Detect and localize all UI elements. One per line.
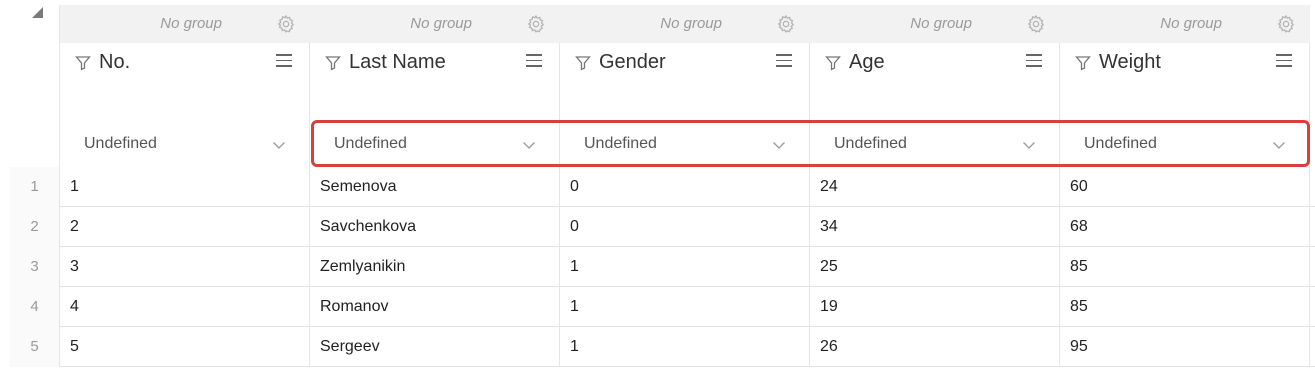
select-all-corner[interactable] — [10, 5, 60, 167]
select-value: Undefined — [584, 135, 657, 152]
column-type-select[interactable]: Undefined — [60, 127, 310, 167]
column-menu-icon[interactable] — [776, 54, 792, 68]
row-number[interactable]: 3 — [10, 247, 60, 287]
column-header[interactable]: Last Name — [310, 43, 560, 127]
group-bar: No group — [60, 5, 310, 43]
table-row[interactable]: 5 5 Sergeev 1 26 95 — [10, 327, 1315, 367]
cell-age[interactable]: 25 — [810, 247, 1060, 287]
cell-no[interactable]: 1 — [60, 167, 310, 207]
gear-icon[interactable] — [776, 14, 796, 34]
column-age: No group Age Undefined — [810, 5, 1060, 167]
gear-icon[interactable] — [276, 14, 296, 34]
chevron-down-icon — [1273, 142, 1285, 149]
cell-weight[interactable]: 85 — [1060, 287, 1310, 327]
column-type-select[interactable]: Undefined — [560, 127, 810, 167]
cell-last-name[interactable]: Romanov — [310, 287, 560, 327]
group-bar: No group — [810, 5, 1060, 43]
column-weight: No group Weight Undefined — [1060, 5, 1310, 167]
group-label: No group — [1160, 15, 1222, 32]
data-grid: No group No. Undefined No group Last Nam… — [0, 0, 1315, 372]
cell-age[interactable]: 34 — [810, 207, 1060, 247]
cell-last-name[interactable]: Zemlyanikin — [310, 247, 560, 287]
column-last-name: No group Last Name Undefined — [310, 5, 560, 167]
cell-weight[interactable]: 68 — [1060, 207, 1310, 247]
cell-weight[interactable]: 85 — [1060, 247, 1310, 287]
column-menu-icon[interactable] — [276, 54, 292, 68]
gear-icon[interactable] — [1026, 14, 1046, 34]
column-header[interactable]: No. — [60, 43, 310, 127]
row-number[interactable]: 4 — [10, 287, 60, 327]
cell-last-name[interactable]: Savchenkova — [310, 207, 560, 247]
select-value: Undefined — [1084, 135, 1157, 152]
column-menu-icon[interactable] — [526, 54, 542, 68]
cell-gender[interactable]: 1 — [560, 327, 810, 367]
table-row[interactable]: 3 3 Zemlyanikin 1 25 85 — [10, 247, 1315, 287]
column-title: Last Name — [349, 51, 446, 73]
column-type-select[interactable]: Undefined — [1060, 127, 1310, 167]
group-label: No group — [660, 15, 722, 32]
group-bar: No group — [560, 5, 810, 43]
column-type-select[interactable]: Undefined — [810, 127, 1060, 167]
cell-age[interactable]: 26 — [810, 327, 1060, 367]
cell-gender[interactable]: 0 — [560, 167, 810, 207]
column-menu-icon[interactable] — [1276, 54, 1292, 68]
table-row[interactable]: 2 2 Savchenkova 0 34 68 — [10, 207, 1315, 247]
group-label: No group — [410, 15, 472, 32]
select-value: Undefined — [334, 135, 407, 152]
filter-icon[interactable] — [825, 55, 841, 71]
row-number[interactable]: 1 — [10, 167, 60, 207]
column-title: Age — [849, 51, 885, 73]
column-header[interactable]: Weight — [1060, 43, 1310, 127]
select-value: Undefined — [84, 135, 157, 152]
gear-icon[interactable] — [1276, 14, 1296, 34]
chevron-down-icon — [773, 142, 785, 149]
column-title: No. — [99, 51, 131, 73]
cell-no[interactable]: 2 — [60, 207, 310, 247]
column-header[interactable]: Age — [810, 43, 1060, 127]
filter-icon[interactable] — [1075, 55, 1091, 71]
filter-icon[interactable] — [75, 55, 91, 71]
group-label: No group — [160, 15, 222, 32]
cell-weight[interactable]: 60 — [1060, 167, 1310, 207]
filter-icon[interactable] — [575, 55, 591, 71]
column-type-select[interactable]: Undefined — [310, 127, 560, 167]
cell-no[interactable]: 4 — [60, 287, 310, 327]
select-all-icon — [32, 7, 43, 18]
gear-icon[interactable] — [526, 14, 546, 34]
group-label: No group — [910, 15, 972, 32]
column-title: Weight — [1099, 51, 1161, 73]
column-no: No group No. Undefined — [60, 5, 310, 167]
group-bar: No group — [310, 5, 560, 43]
table-row[interactable]: 4 4 Romanov 1 19 85 — [10, 287, 1315, 327]
chevron-down-icon — [1023, 142, 1035, 149]
cell-age[interactable]: 19 — [810, 287, 1060, 327]
cell-gender[interactable]: 0 — [560, 207, 810, 247]
chevron-down-icon — [523, 142, 535, 149]
column-header[interactable]: Gender — [560, 43, 810, 127]
column-title: Gender — [599, 51, 666, 73]
table-row[interactable]: 1 1 Semenova 0 24 60 — [10, 167, 1315, 207]
cell-age[interactable]: 24 — [810, 167, 1060, 207]
select-value: Undefined — [834, 135, 907, 152]
row-number[interactable]: 2 — [10, 207, 60, 247]
row-number[interactable]: 5 — [10, 327, 60, 367]
cell-last-name[interactable]: Sergeev — [310, 327, 560, 367]
column-menu-icon[interactable] — [1026, 54, 1042, 68]
cell-gender[interactable]: 1 — [560, 247, 810, 287]
column-gender: No group Gender Undefined — [560, 5, 810, 167]
cell-no[interactable]: 5 — [60, 327, 310, 367]
filter-icon[interactable] — [325, 55, 341, 71]
chevron-down-icon — [273, 142, 285, 149]
cell-gender[interactable]: 1 — [560, 287, 810, 327]
cell-weight[interactable]: 95 — [1060, 327, 1310, 367]
group-bar: No group — [1060, 5, 1310, 43]
cell-last-name[interactable]: Semenova — [310, 167, 560, 207]
cell-no[interactable]: 3 — [60, 247, 310, 287]
